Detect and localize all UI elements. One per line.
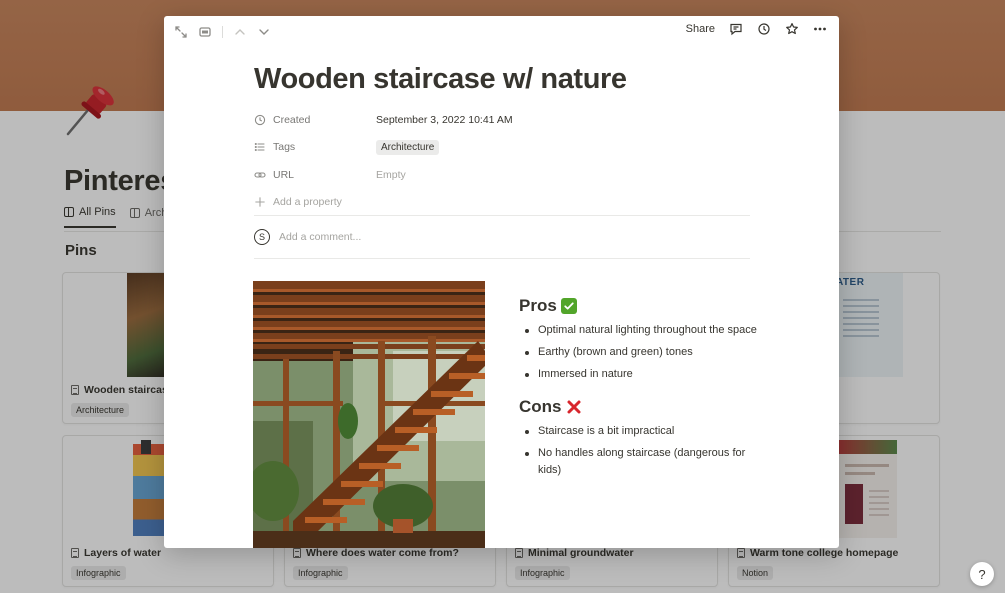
link-icon (254, 169, 266, 181)
property-key: URL (254, 169, 376, 181)
property-tags[interactable]: Tags Architecture (254, 134, 750, 162)
list-item[interactable]: Optimal natural lighting throughout the … (519, 322, 759, 339)
property-url[interactable]: URL Empty (254, 161, 750, 189)
expand-icon[interactable] (174, 25, 188, 39)
property-key: Tags (254, 141, 376, 153)
list-item[interactable]: Immersed in nature (519, 366, 759, 383)
help-button[interactable]: ? (970, 562, 994, 586)
pros-cons-content: Pros Optimal natural lighting throughout… (519, 296, 759, 484)
star-icon[interactable] (785, 22, 799, 36)
page-peek-modal: Share Wooden staircase w/ nature Created (164, 16, 839, 548)
cons-list: Staircase is a bit impractical No handle… (519, 423, 759, 479)
pros-heading[interactable]: Pros (519, 296, 759, 316)
list-item[interactable]: No handles along staircase (dangerous fo… (519, 445, 759, 479)
history-icon[interactable] (757, 22, 771, 36)
property-key: Created (254, 114, 376, 126)
page-title[interactable]: Wooden staircase w/ nature (254, 63, 627, 96)
list-item[interactable]: Earthy (brown and green) tones (519, 344, 759, 361)
share-button[interactable]: Share (686, 23, 715, 35)
staircase-image[interactable] (253, 281, 485, 548)
property-value: Empty (376, 168, 406, 181)
list-icon (254, 141, 266, 153)
add-property-button[interactable]: Add a property (254, 189, 750, 217)
tag-chip[interactable]: Architecture (376, 140, 440, 156)
comment-placeholder: Add a comment... (279, 231, 362, 243)
modal-toolbar: Share (164, 16, 839, 46)
list-item[interactable]: Staircase is a bit impractical (519, 423, 759, 440)
more-options-icon[interactable] (813, 22, 827, 36)
divider (254, 215, 750, 216)
comment-icon[interactable] (729, 22, 743, 36)
toolbar-separator (222, 26, 223, 38)
open-as-icon[interactable] (198, 25, 212, 39)
properties: Created September 3, 2022 10:41 AM Tags … (254, 106, 750, 216)
pros-list: Optimal natural lighting throughout the … (519, 322, 759, 383)
plus-icon (254, 196, 266, 208)
divider (254, 258, 750, 259)
cons-heading[interactable]: Cons (519, 397, 759, 417)
chevron-down-icon[interactable] (257, 25, 271, 39)
property-value: September 3, 2022 10:41 AM (376, 113, 513, 126)
cross-mark-icon (566, 399, 582, 415)
check-mark-icon (560, 298, 577, 314)
comment-input[interactable]: S Add a comment... (254, 229, 361, 245)
chevron-up-icon[interactable] (233, 25, 247, 39)
clock-icon (254, 114, 266, 126)
avatar: S (254, 229, 270, 245)
property-created[interactable]: Created September 3, 2022 10:41 AM (254, 106, 750, 134)
